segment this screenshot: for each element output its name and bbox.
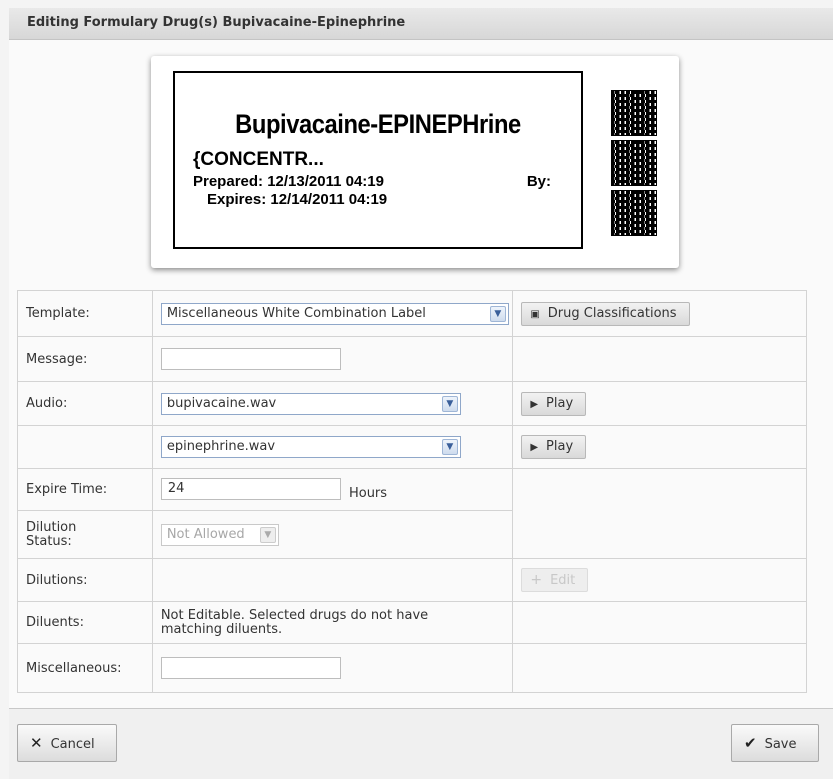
chevron-down-icon: ▼ [489, 305, 506, 322]
checkmark-icon: ✔ [744, 734, 757, 752]
formulary-form: Template: Miscellaneous White Combinatio… [17, 290, 807, 693]
datamatrix-barcode-1 [611, 90, 657, 136]
play-label-1: Play [546, 395, 574, 411]
drug-classifications-label: Drug Classifications [547, 305, 677, 321]
row-audio-2: epinephrine.wav ▼ ▶ Play [17, 425, 807, 469]
play-icon: ▶ [530, 442, 539, 453]
template-select-value: Miscellaneous White Combination Label [166, 305, 426, 321]
cancel-label: Cancel [50, 737, 95, 752]
close-icon: ✕ [30, 734, 43, 752]
label-prepared-by: By: [526, 173, 551, 190]
drug-classifications-button[interactable]: ▣ Drug Classifications [521, 301, 690, 326]
dialog-footer: ✕ Cancel ✔ Save [9, 708, 833, 779]
dilutions-label: Dilutions: [17, 558, 153, 602]
row-message: Message: [17, 336, 807, 382]
datamatrix-barcode-3 [611, 190, 657, 236]
label-print-area: Bupivacaine-EPINEPHrine {CONCENTR... Pre… [173, 71, 583, 249]
save-button[interactable]: ✔ Save [731, 724, 819, 762]
audio-select-1-value: bupivacaine.wav [166, 395, 277, 411]
chevron-down-icon: ▼ [441, 395, 458, 412]
audio-select-2-value: epinephrine.wav [166, 439, 276, 454]
edit-dilutions-button: + Edit [521, 568, 589, 592]
chevron-down-icon: ▼ [259, 526, 276, 543]
row-diluents: Diluents: Not Editable. Selected drugs d… [17, 601, 807, 644]
image-icon: ▣ [530, 308, 540, 320]
play-button-2[interactable]: ▶ Play [521, 435, 587, 459]
dilution-status-select: Not Allowed ▼ [160, 523, 279, 546]
dilution-status-label: Dilution Status: [17, 510, 153, 559]
label-expires: Expires: 12/14/2011 04:19 [207, 191, 388, 208]
expire-time-input[interactable]: 24 [160, 478, 341, 501]
audio-label: Audio: [17, 381, 153, 426]
save-label: Save [764, 737, 797, 752]
play-icon: ▶ [530, 398, 539, 410]
expire-time-label: Expire Time: [17, 468, 153, 511]
row-miscellaneous: Miscellaneous: [17, 643, 807, 693]
row-expire-time: Expire Time: 24 Hours [17, 468, 807, 559]
diluents-label: Diluents: [17, 601, 153, 644]
row-audio-1: Audio: bupivacaine.wav ▼ ▶ Play [17, 381, 807, 426]
label-prepared: Prepared: 12/13/2011 04:19 [193, 173, 384, 190]
cancel-button[interactable]: ✕ Cancel [17, 724, 117, 762]
miscellaneous-input[interactable] [160, 657, 341, 679]
dialog-titlebar: Editing Formulary Drug(s) Bupivacaine-Ep… [9, 8, 833, 40]
label-concentration: {CONCENTR... [193, 149, 324, 170]
expire-time-unit: Hours [348, 485, 388, 501]
miscellaneous-label: Miscellaneous: [17, 643, 153, 693]
message-label: Message: [17, 336, 153, 382]
template-select[interactable]: Miscellaneous White Combination Label ▼ [160, 302, 509, 325]
dialog-title: Editing Formulary Drug(s) Bupivacaine-Ep… [27, 15, 406, 30]
label-drug-name: Bupivacaine-EPINEPHrine [235, 109, 521, 139]
datamatrix-barcode-2 [611, 140, 657, 186]
diluents-text: Not Editable. Selected drugs do not have… [151, 601, 514, 644]
play-label-2: Play [546, 439, 574, 454]
row-template: Template: Miscellaneous White Combinatio… [17, 290, 807, 337]
play-button-1[interactable]: ▶ Play [521, 391, 587, 416]
audio-select-2[interactable]: epinephrine.wav ▼ [160, 436, 461, 458]
audio-select-1[interactable]: bupivacaine.wav ▼ [160, 392, 461, 415]
plus-icon: + [530, 572, 543, 588]
row-dilutions: Dilutions: + Edit [17, 558, 807, 602]
label-preview: Bupivacaine-EPINEPHrine {CONCENTR... Pre… [151, 56, 679, 268]
template-label: Template: [17, 290, 153, 337]
edit-dilutions-label: Edit [550, 573, 576, 588]
chevron-down-icon: ▼ [441, 439, 458, 455]
dilution-status-value: Not Allowed [166, 526, 245, 542]
message-input[interactable] [160, 348, 341, 370]
